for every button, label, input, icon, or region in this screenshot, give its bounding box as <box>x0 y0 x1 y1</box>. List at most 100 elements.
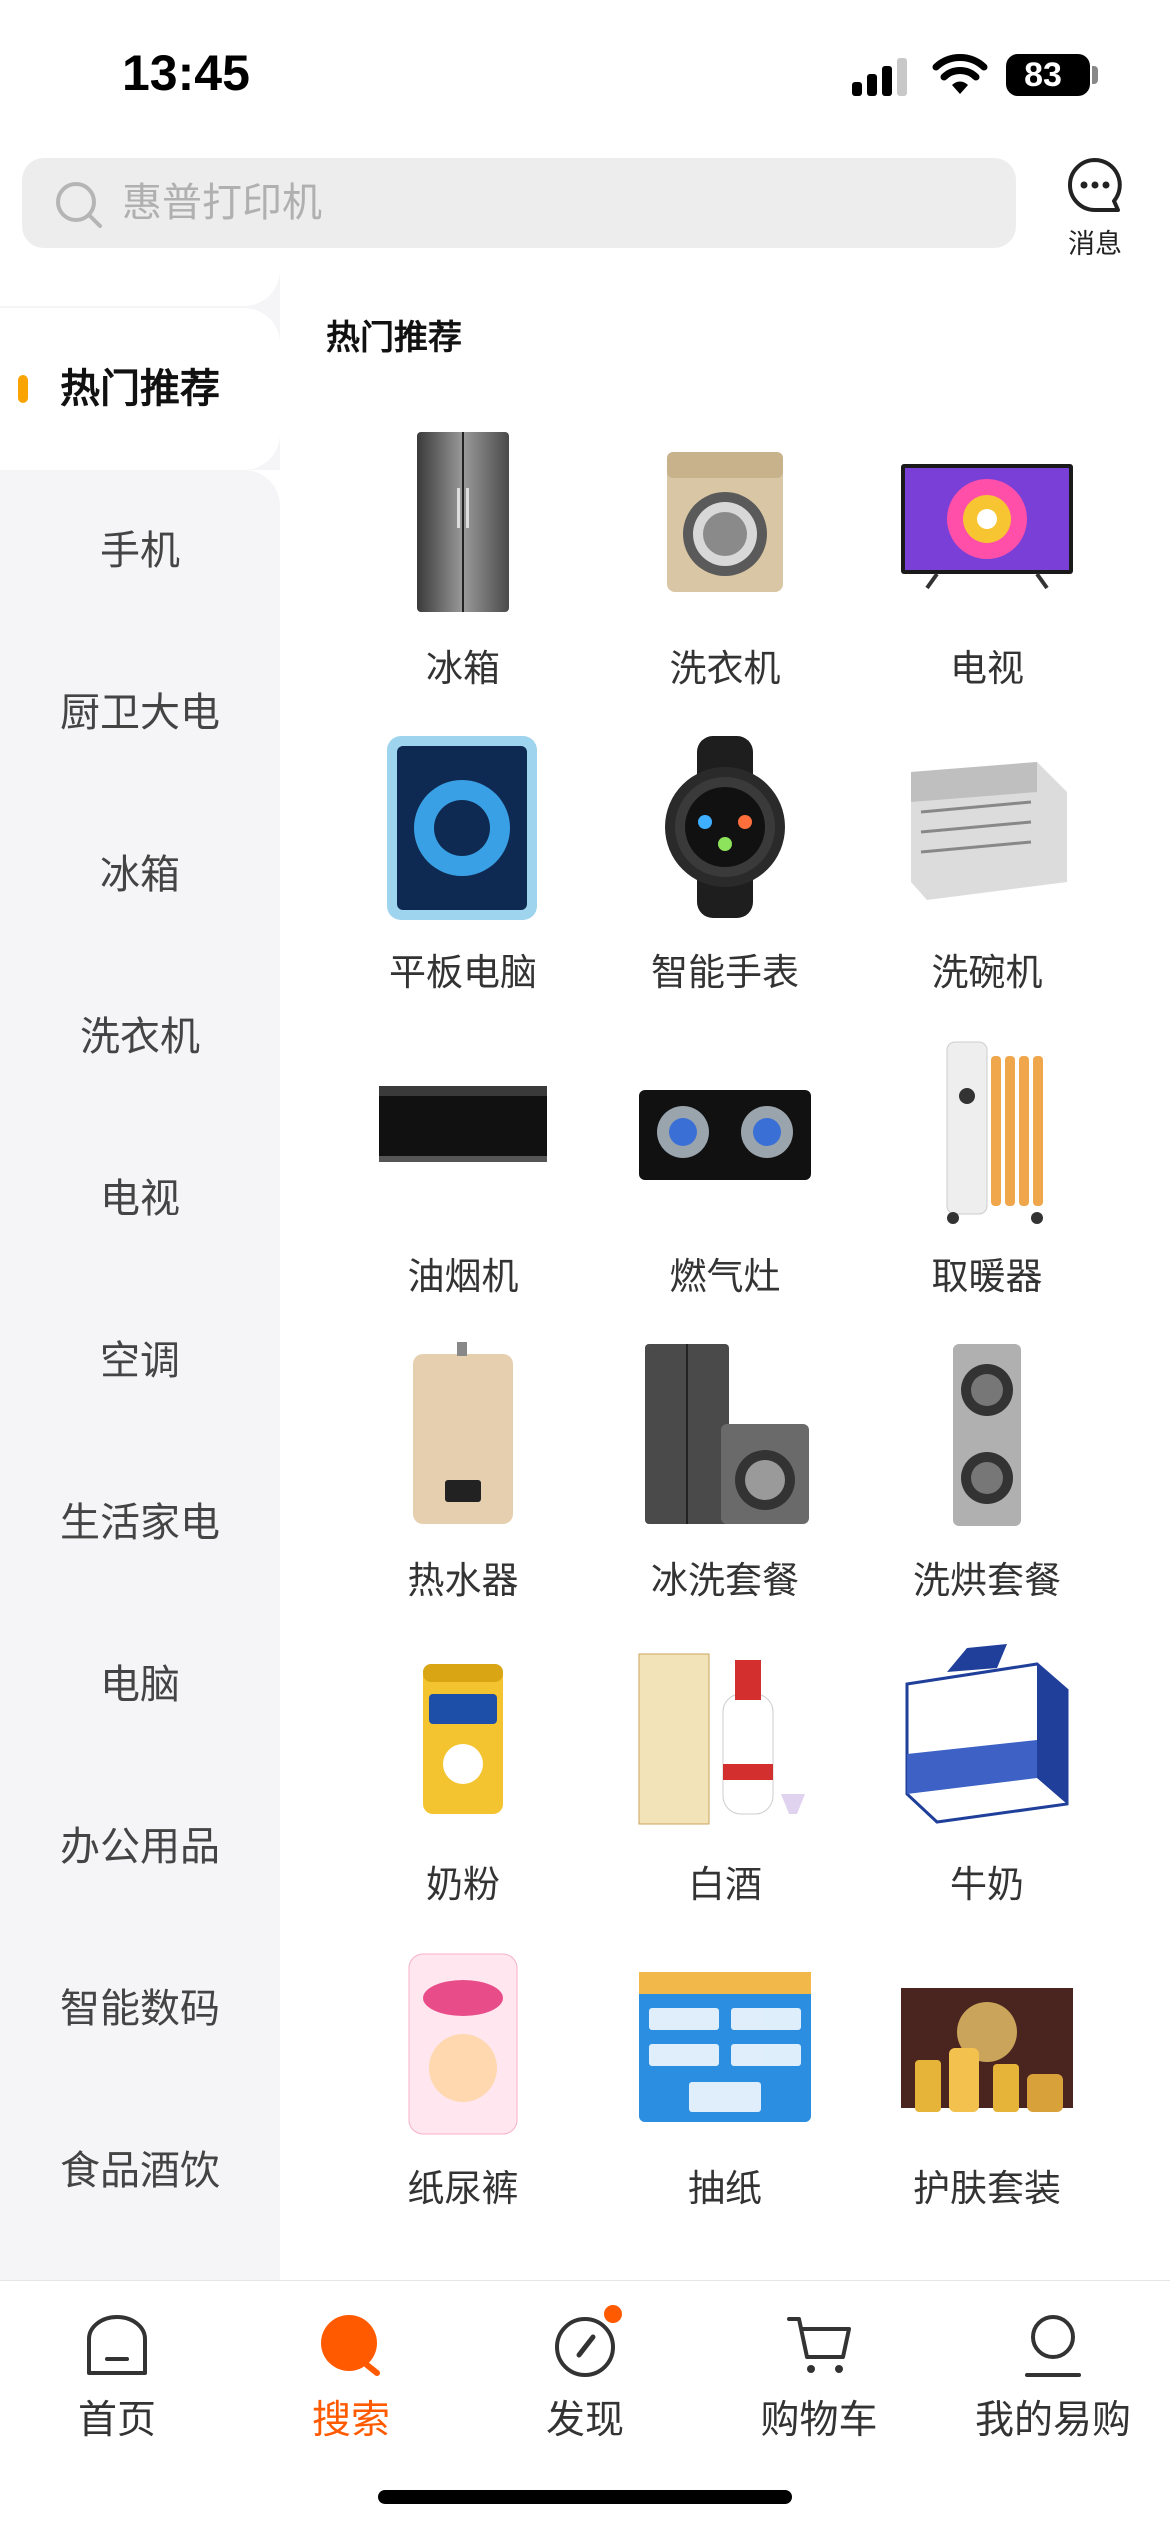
status-bar: 13:45 83 <box>0 0 1170 150</box>
category-item-label: 牛奶 <box>950 1863 1024 1906</box>
category-item-dishwasher[interactable]: 洗碗机 <box>856 732 1118 1022</box>
category-item-tv[interactable]: 电视 <box>856 428 1118 718</box>
section-title: 热门推荐 <box>326 318 462 358</box>
category-item-milk[interactable]: 牛奶 <box>856 1644 1118 1934</box>
sidebar-item-label: 洗衣机 <box>80 1014 200 1060</box>
category-item-heater[interactable]: 取暖器 <box>856 1036 1118 1326</box>
search-placeholder: 惠普打印机 <box>122 180 322 226</box>
category-item-range-hood[interactable]: 油烟机 <box>332 1036 594 1326</box>
category-item-gas-stove[interactable]: 燃气灶 <box>594 1036 856 1326</box>
category-item-label: 取暖器 <box>931 1255 1043 1298</box>
category-item-water-heater[interactable]: 热水器 <box>332 1340 594 1630</box>
tab-label: 购物车 <box>760 2398 878 2443</box>
search-icon <box>321 2315 380 2376</box>
tab-label: 发现 <box>545 2398 624 2443</box>
sidebar-item-food-drinks[interactable]: 食品酒饮 <box>0 2090 280 2252</box>
category-item-tissues[interactable]: 抽纸 <box>594 1948 856 2238</box>
active-indicator <box>18 375 28 403</box>
tab-cart[interactable]: 购物车 <box>702 2301 936 2451</box>
category-item-label: 白酒 <box>688 1863 762 1906</box>
category-item-label: 平板电脑 <box>389 951 537 994</box>
signal-icon <box>852 58 910 96</box>
skincare-set-icon <box>901 1988 1073 2112</box>
category-item-label: 热水器 <box>407 1559 519 1602</box>
category-item-fridge[interactable]: 冰箱 <box>332 428 594 718</box>
sidebar-item-label: 智能数码 <box>60 1986 220 2032</box>
sidebar-item-office[interactable]: 办公用品 <box>0 1766 280 1928</box>
sidebar-item-label: 电脑 <box>100 1662 180 1708</box>
category-item-label: 燃气灶 <box>669 1255 781 1298</box>
home-icon <box>87 2315 147 2375</box>
battery-icon: 83 <box>1006 54 1090 96</box>
wifi-icon <box>932 54 988 94</box>
home-indicator <box>378 2490 792 2504</box>
sidebar-item-label: 空调 <box>100 1338 180 1384</box>
range-hood-icon <box>379 1086 547 1162</box>
category-item-fridge-washer-bundle[interactable]: 冰洗套餐 <box>594 1340 856 1630</box>
sidebar-item-fridges[interactable]: 冰箱 <box>0 794 280 956</box>
tab-my-account[interactable]: 我的易购 <box>936 2301 1170 2451</box>
tab-discover[interactable]: 发现 <box>468 2301 702 2451</box>
sidebar-item-washers[interactable]: 洗衣机 <box>0 956 280 1118</box>
sidebar-item-label: 厨卫大电 <box>60 690 220 736</box>
category-item-label: 奶粉 <box>426 1863 500 1906</box>
washer-dryer-stack-icon <box>953 1344 1021 1526</box>
category-item-milk-powder[interactable]: 奶粉 <box>332 1644 594 1934</box>
category-item-label: 洗碗机 <box>931 951 1043 994</box>
sidebar-item-label: 热门推荐 <box>60 366 220 412</box>
category-item-label: 洗衣机 <box>669 647 781 690</box>
search-input[interactable]: 惠普打印机 <box>22 158 1016 248</box>
sidebar-item-smart-digital[interactable]: 智能数码 <box>0 1928 280 2090</box>
sidebar-item-phones[interactable]: 手机 <box>0 470 280 632</box>
fridge-washer-bundle-icon <box>645 1344 809 1524</box>
category-item-washer[interactable]: 洗衣机 <box>594 428 856 718</box>
tissue-pack-icon <box>639 1972 811 2122</box>
category-item-diapers[interactable]: 纸尿裤 <box>332 1948 594 2238</box>
diaper-pack-icon <box>408 1953 518 2135</box>
water-heater-icon <box>413 1342 513 1524</box>
smartwatch-icon <box>665 736 785 918</box>
tablet-icon <box>387 736 537 920</box>
heater-icon <box>946 1041 1043 1224</box>
sidebar-item-hot[interactable]: 热门推荐 <box>0 308 280 470</box>
chat-bubble-icon <box>1068 158 1122 212</box>
category-item-label: 冰箱 <box>426 647 500 690</box>
tab-label: 我的易购 <box>974 2398 1131 2443</box>
tab-label: 搜索 <box>311 2398 390 2443</box>
category-item-label: 抽纸 <box>688 2167 762 2210</box>
message-label: 消息 <box>1068 229 1122 260</box>
category-item-label: 油烟机 <box>407 1255 519 1298</box>
sidebar-item-ac[interactable]: 空调 <box>0 1280 280 1442</box>
notification-dot <box>604 2305 622 2323</box>
sidebar-item-home-appliances[interactable]: 生活家电 <box>0 1442 280 1604</box>
sidebar-item-kitchen-bath[interactable]: 厨卫大电 <box>0 632 280 794</box>
category-item-tablet[interactable]: 平板电脑 <box>332 732 594 1022</box>
battery-cap <box>1092 66 1098 84</box>
tab-search[interactable]: 搜索 <box>234 2301 468 2451</box>
sidebar-item-computers[interactable]: 电脑 <box>0 1604 280 1766</box>
baijiu-bottle-icon <box>638 1653 805 1825</box>
tab-label: 首页 <box>77 2398 156 2443</box>
tv-icon <box>901 464 1073 590</box>
sidebar-item-tv[interactable]: 电视 <box>0 1118 280 1280</box>
tab-home[interactable]: 首页 <box>0 2301 234 2451</box>
sidebar-item-label: 手机 <box>100 528 180 574</box>
sidebar-item-label: 办公用品 <box>60 1824 220 1870</box>
sidebar-top-cap <box>0 270 280 306</box>
battery-level: 83 <box>1024 56 1062 94</box>
category-item-smartwatch[interactable]: 智能手表 <box>594 732 856 1022</box>
category-item-baijiu[interactable]: 白酒 <box>594 1644 856 1934</box>
category-item-label: 冰洗套餐 <box>651 1559 799 1602</box>
category-item-skincare-set[interactable]: 护肤套装 <box>856 1948 1118 2238</box>
message-button[interactable]: 消息 <box>1050 156 1140 266</box>
sidebar-item-label: 食品酒饮 <box>60 2148 220 2194</box>
status-time: 13:45 <box>122 45 250 101</box>
sidebar-item-label: 电视 <box>100 1176 180 1222</box>
category-item-label: 智能手表 <box>651 951 799 994</box>
milk-box-icon <box>905 1644 1069 1824</box>
category-item-washer-dryer-stack[interactable]: 洗烘套餐 <box>856 1340 1118 1630</box>
sidebar-item-label: 冰箱 <box>100 852 180 898</box>
refrigerator-icon <box>417 432 509 612</box>
category-item-label: 纸尿裤 <box>407 2167 519 2210</box>
gas-stove-icon <box>639 1090 811 1180</box>
